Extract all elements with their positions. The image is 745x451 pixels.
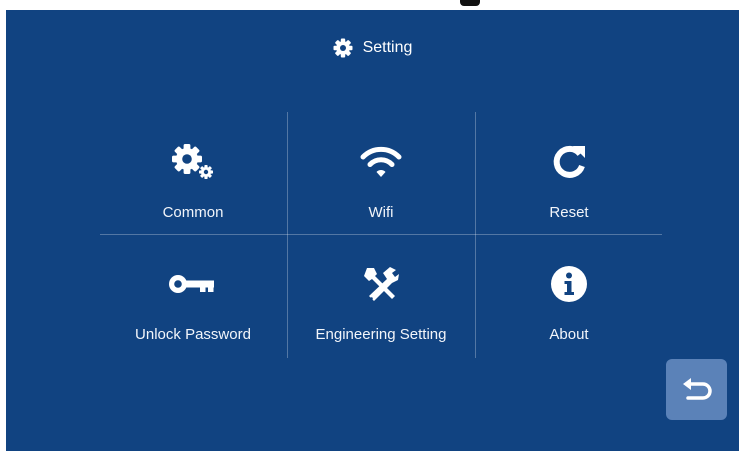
back-arrow-icon bbox=[682, 377, 712, 400]
settings-screen: Setting Common Wifi Reset Unlock Passwor… bbox=[6, 10, 739, 451]
bezel-notch bbox=[460, 0, 480, 6]
tile-about[interactable]: About bbox=[476, 236, 662, 354]
gear-icon bbox=[333, 38, 353, 58]
back-button[interactable] bbox=[666, 359, 727, 420]
tile-wifi-label: Wifi bbox=[368, 204, 394, 221]
tools-icon bbox=[364, 267, 399, 301]
tile-unlock-password[interactable]: Unlock Password bbox=[100, 236, 286, 354]
tile-wifi[interactable]: Wifi bbox=[288, 114, 474, 232]
tile-about-label: About bbox=[549, 326, 589, 343]
key-icon bbox=[169, 275, 214, 293]
tile-engineering-setting[interactable]: Engineering Setting bbox=[288, 236, 474, 354]
tile-reset-label: Reset bbox=[549, 204, 589, 221]
tile-common[interactable]: Common bbox=[100, 114, 286, 232]
gears-icon bbox=[172, 144, 213, 179]
grid-divider-horizontal bbox=[100, 234, 662, 235]
page-header: Setting bbox=[6, 36, 739, 60]
page-title: Setting bbox=[362, 39, 413, 56]
info-icon bbox=[551, 266, 587, 302]
tile-common-label: Common bbox=[162, 204, 224, 221]
wifi-icon bbox=[360, 146, 402, 177]
tile-unlock-password-label: Unlock Password bbox=[135, 326, 251, 343]
tile-reset[interactable]: Reset bbox=[476, 114, 662, 232]
refresh-icon bbox=[553, 145, 585, 178]
tile-engineering-setting-label: Engineering Setting bbox=[315, 326, 447, 343]
top-bezel bbox=[0, 0, 745, 10]
